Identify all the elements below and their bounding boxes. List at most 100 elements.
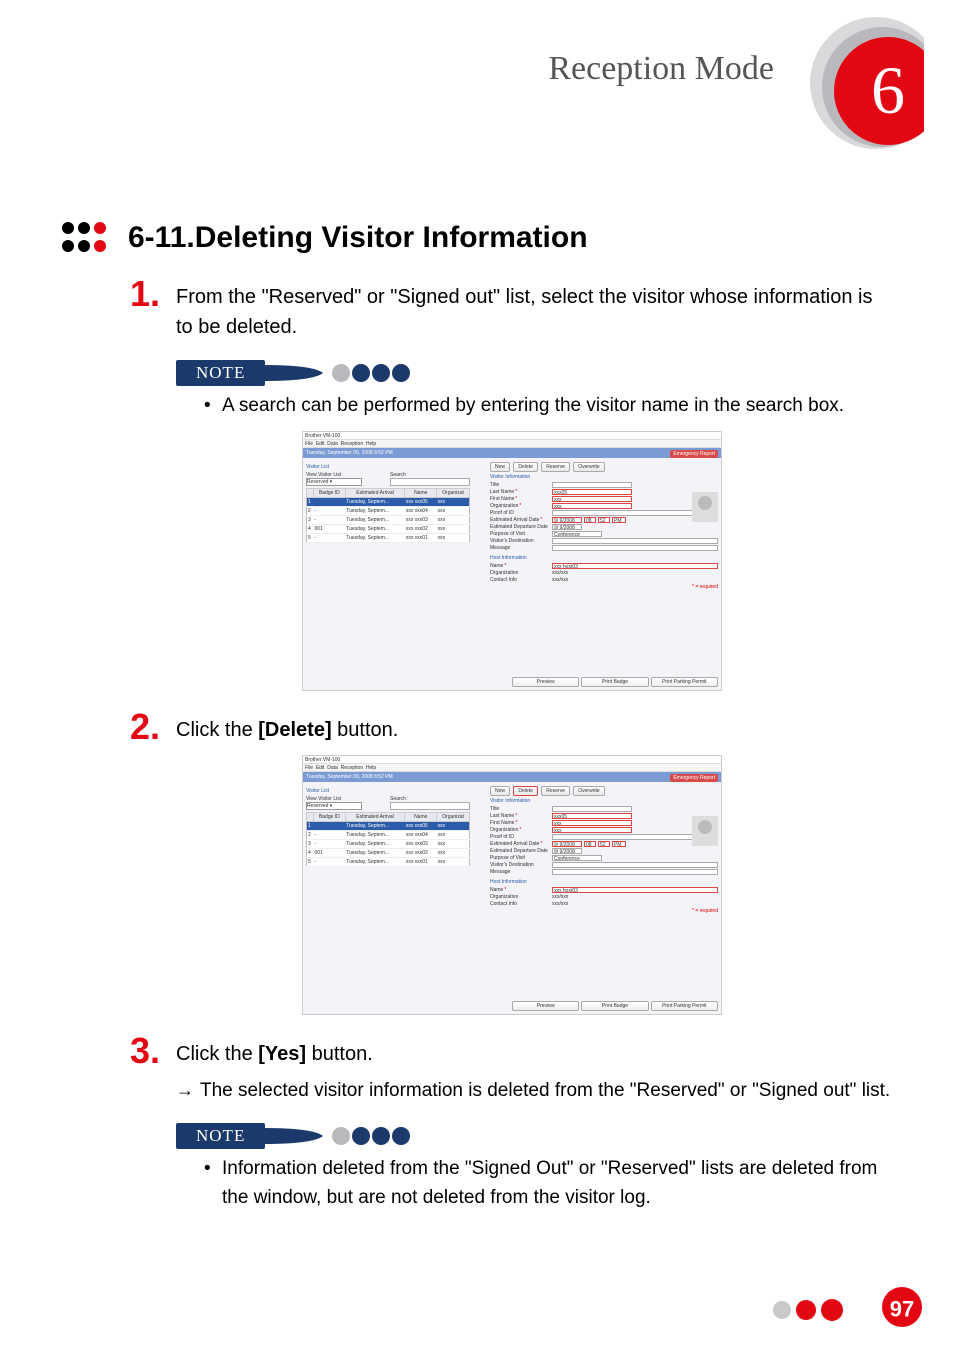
host-name-field[interactable]: xxx host03 [552,563,718,569]
step-number: 2. [130,709,176,745]
page-number: 97 [890,1296,914,1322]
purpose-field[interactable]: Conference [552,855,602,861]
visitor-table[interactable]: Badge IDEstimated ArrivalNameOrganizat 1… [306,812,470,867]
reserve-button[interactable]: Reserve [541,786,570,796]
table-row: 3-Tuesday, Septem...xxx xxx03xxx [307,839,470,848]
title-field[interactable] [552,806,632,812]
page-header: Reception Mode 6 [0,0,954,180]
note-tail-icon [265,1124,423,1148]
menu-data[interactable]: Data [327,765,338,771]
datetime-bar: Tuesday, September 09, 2008 8:52 PM [303,772,721,782]
window-titlebar: Brother VM-100 [303,432,721,440]
host-contact: xxx/xxx [552,901,568,907]
arrow-icon: → [176,1077,200,1106]
arrhour-field[interactable]: 08 [584,517,596,523]
menubar: File Edit Data Reception Help [303,764,721,772]
page-number-badge: 97 [880,1285,924,1334]
arrmin-field[interactable]: 52 [598,841,610,847]
arrdate-field[interactable]: 9/ 9/2008 [552,517,582,523]
depdate-field[interactable]: 9/ 9/2008 [552,524,582,530]
arrdate-field[interactable]: 9/ 9/2008 [552,841,582,847]
title-field[interactable] [552,482,632,488]
menubar: File Edit Data Reception Help [303,440,721,448]
lastname-field[interactable]: xxx05 [552,813,632,819]
arrampm-field[interactable]: PM [612,841,626,847]
emergency-report-button[interactable]: Emergency Report [670,774,718,782]
preview-button[interactable]: Preview [512,677,579,687]
menu-edit[interactable]: Edit [316,441,325,447]
msg-field[interactable] [552,869,718,875]
menu-data[interactable]: Data [327,441,338,447]
print-badge-button[interactable]: Print Badge [581,677,648,687]
host-contact: xxx/xxx [552,577,568,583]
visitor-photo [692,816,718,846]
note-bar: NOTE [176,1123,894,1149]
note-text: •A search can be performed by entering t… [204,392,894,421]
host-info-header: Host Information [490,555,718,561]
page-footer: 97 [770,1285,924,1334]
print-badge-button[interactable]: Print Badge [581,1001,648,1011]
lastname-field[interactable]: xxx05 [552,489,632,495]
new-button[interactable]: New [490,462,510,472]
visitor-photo [692,492,718,522]
preview-button[interactable]: Preview [512,1001,579,1011]
bullet-grid-icon [60,220,116,256]
visitor-info-header: Visitor Information [490,474,718,480]
table-row: 5-Tuesday, Septem...xxx xxx01xxx [307,533,470,542]
step-2: 2. Click the [Delete] button. [130,709,894,745]
overwrite-button[interactable]: Overwrite [573,786,604,796]
table-row: 1Tuesday, Septem...xxx xxx05xxx [307,821,470,830]
delete-button[interactable]: Delete [513,462,537,472]
host-org: xxx/xxx [552,570,568,576]
arrmin-field[interactable]: 52 [598,517,610,523]
visitor-table[interactable]: Badge IDEstimated ArrivalNameOrganizat 1… [306,488,470,543]
reserve-button[interactable]: Reserve [541,462,570,472]
visitor-list-header: Visitor List [306,464,470,470]
menu-file[interactable]: File [305,765,313,771]
note-label: NOTE [176,1123,265,1149]
org-field[interactable]: xxx [552,503,632,509]
window-titlebar: Brother VM-100 [303,756,721,764]
arrhour-field[interactable]: 08 [584,841,596,847]
host-org: xxx/xxx [552,894,568,900]
search-input[interactable] [390,478,470,486]
visitor-info-header: Visitor Information [490,798,718,804]
new-button[interactable]: New [490,786,510,796]
menu-help[interactable]: Help [366,441,376,447]
print-permit-button[interactable]: Print Parking Permit [651,677,718,687]
step-3: 3. Click the [Yes] button. [130,1033,894,1069]
host-name-field[interactable]: xxx host03 [552,887,718,893]
emergency-report-button[interactable]: Emergency Report [670,450,718,458]
chapter-number-badge: 6 [794,5,924,170]
dest-field[interactable] [552,538,718,544]
msg-field[interactable] [552,545,718,551]
menu-edit[interactable]: Edit [316,765,325,771]
print-permit-button[interactable]: Print Parking Permit [651,1001,718,1011]
step-1: 1. From the "Reserved" or "Signed out" l… [130,276,894,342]
purpose-field[interactable]: Conference [552,531,602,537]
menu-help[interactable]: Help [366,765,376,771]
menu-reception[interactable]: Reception [341,765,364,771]
table-row: 1Tuesday, Septem...xxx xxx05xxx [307,497,470,506]
overwrite-button[interactable]: Overwrite [573,462,604,472]
dest-field[interactable] [552,862,718,868]
view-list-dropdown[interactable]: Reserved ▾ [306,478,362,486]
menu-reception[interactable]: Reception [341,441,364,447]
datetime-bar: Tuesday, September 09, 2008 8:52 PM [303,448,721,458]
org-field[interactable]: xxx [552,827,632,833]
arrampm-field[interactable]: PM [612,517,626,523]
step-number: 1. [130,276,176,312]
search-input[interactable] [390,802,470,810]
table-row: 3-Tuesday, Septem...xxx xxx03xxx [307,515,470,524]
menu-file[interactable]: File [305,441,313,447]
visitor-list-header: Visitor List [306,788,470,794]
app-screenshot-1: Brother VM-100 File Edit Data Reception … [302,431,722,691]
footer-dots-icon [770,1288,880,1332]
depdate-field[interactable]: 9/ 9/2008 [552,848,582,854]
delete-button[interactable]: Delete [513,786,537,796]
result-text: →The selected visitor information is del… [176,1077,894,1106]
view-list-dropdown[interactable]: Reserved ▾ [306,802,362,810]
note-label: NOTE [176,360,265,386]
firstname-field[interactable]: xxx [552,496,632,502]
firstname-field[interactable]: xxx [552,820,632,826]
